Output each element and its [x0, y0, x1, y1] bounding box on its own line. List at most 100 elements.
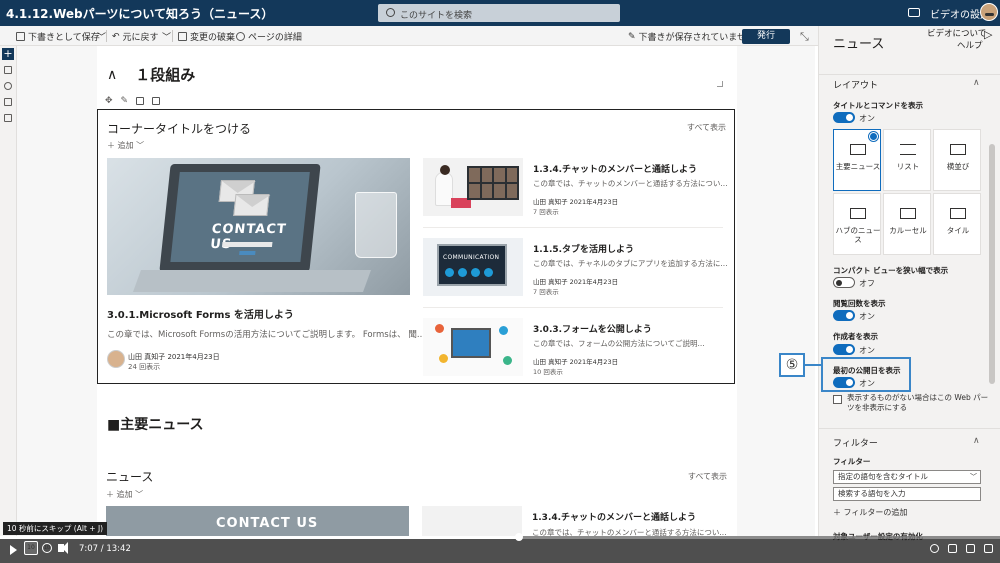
layout-section-heading[interactable]: レイアウト [833, 78, 878, 91]
keyboard-illustration [132, 270, 372, 292]
draft-status: ✎ 下書きが保存されていません [628, 30, 755, 44]
site-search-box[interactable]: このサイトを検索 [378, 4, 620, 22]
news-item[interactable]: 3.0.3.フォームを公開しよう この章では、フォームの公開方法についてご説明.… [423, 318, 733, 396]
webpart-toolbar: ✥ ✎ [101, 94, 173, 108]
selected-check-icon [869, 132, 878, 141]
skip-back-tooltip: 10 秒前にスキップ (Alt + J) [3, 522, 108, 535]
news-item-title[interactable]: 1.3.4.チャットのメンバーと通話しよう [532, 510, 696, 523]
video-title: 4.1.12.Webパーツについて知ろう（ニュース） [6, 7, 274, 21]
section-heading: ∧ １段組み [107, 64, 195, 85]
news-webpart-title[interactable]: ニュース [106, 468, 153, 485]
save-dropdown-chevron[interactable]: ﹀ [97, 30, 106, 43]
comment-icon[interactable] [4, 66, 12, 74]
news-item-title[interactable]: 1.3.4.チャットのメンバーと通話しよう [533, 162, 697, 175]
fullscreen-icon[interactable] [984, 544, 993, 553]
decor-icon [435, 324, 444, 333]
pane-scrollbar[interactable] [989, 144, 995, 384]
layout-option-carousel[interactable]: カルーセル [883, 193, 931, 255]
video-time: 7:07 / 13:42 [79, 544, 131, 554]
add-news-button[interactable]: ＋ 追加 ﹀ [106, 489, 143, 500]
news-item-thumbnail[interactable] [422, 506, 522, 536]
news-webpart[interactable]: コーナータイトルをつける すべて表示 ＋ 追加 ﹀ CONTACT US [97, 109, 735, 384]
layout-option-side-by-side[interactable]: 横並び [933, 129, 981, 191]
volume-icon[interactable] [58, 542, 68, 554]
help-link[interactable]: ヘルプ [957, 39, 983, 51]
layout-option-label: タイル [946, 226, 970, 235]
delete-webpart-icon[interactable] [152, 97, 161, 105]
news-item-title[interactable]: 3.0.3.フォームを公開しよう [533, 322, 652, 335]
duplicate-webpart-icon[interactable] [136, 97, 145, 105]
discard-changes-button[interactable]: 変更の破棄 [178, 30, 235, 43]
news-item-author-date: 山田 真知子 2021年4月23日 [533, 278, 619, 286]
skip-back-10-icon[interactable]: 10 [24, 541, 38, 555]
decor-icon [439, 354, 448, 363]
see-all-link[interactable]: すべて表示 [688, 471, 727, 482]
cast-icon[interactable] [908, 8, 920, 17]
item-divider [423, 307, 723, 308]
filter-term-input[interactable]: 検索する語句を入力 [833, 487, 981, 501]
undo-dropdown-chevron[interactable]: ﹀ [162, 30, 171, 43]
save-draft-label: 下書きとして保存 [28, 33, 100, 43]
news-item-title[interactable]: 1.1.5.タブを活用しよう [533, 242, 634, 255]
hero-news-title[interactable]: 3.0.1.Microsoft Forms を活用しよう [107, 306, 294, 321]
news-item-description: この章では、チャットのメンバーと通話する方法につい... [532, 528, 727, 536]
close-pane-icon[interactable]: ▷ [984, 28, 992, 41]
view-count-label: 閲覧回数を表示 [833, 299, 886, 308]
see-all-link[interactable]: すべて表示 [687, 122, 726, 133]
discard-label: 変更の破棄 [190, 33, 236, 43]
video-progress-fill [0, 536, 519, 539]
skip-forward-10-icon[interactable]: 10 [42, 543, 52, 553]
picture-in-picture-icon[interactable] [966, 544, 975, 553]
icon-dots [445, 268, 493, 277]
play-icon[interactable] [10, 545, 17, 555]
undo-button[interactable]: ↶ 元に戻す [112, 30, 159, 44]
collapse-section-icon[interactable]: ∧ [107, 67, 117, 83]
news-item[interactable]: COMMUNICATION 1.1.5.タブを活用しよう この章では、チャネルの… [423, 238, 733, 316]
user-avatar[interactable] [980, 3, 998, 21]
chevron-up-icon[interactable]: ∧ [973, 436, 980, 446]
news-webpart-title[interactable]: コーナータイトルをつける [107, 120, 251, 137]
delete-icon[interactable] [4, 114, 12, 122]
add-section-button[interactable]: + [2, 48, 14, 60]
show-title-toggle[interactable] [833, 112, 855, 123]
compact-view-toggle[interactable] [833, 277, 855, 288]
editor-rail: + [0, 46, 17, 536]
move-icon[interactable] [4, 82, 12, 90]
decor-icon [499, 326, 508, 335]
page-details-button[interactable]: ページの詳細 [236, 30, 302, 43]
chevron-up-icon[interactable]: ∧ [973, 78, 980, 88]
hero-news-image[interactable]: CONTACT US [106, 506, 409, 536]
filter-section-heading[interactable]: フィルター [833, 436, 878, 449]
save-draft-button[interactable]: 下書きとして保存 [16, 30, 100, 43]
filter-type-select[interactable]: 指定の語句を含むタイトル ﹀ [833, 470, 981, 484]
toggle-state: オン [859, 114, 875, 123]
layout-option-hub-news[interactable]: ハブのニュース [833, 193, 881, 255]
news-item[interactable]: 1.3.4.チャットのメンバーと通話しよう この章では、チャットのメンバーと通話… [423, 158, 733, 236]
add-news-button[interactable]: ＋ 追加 ﹀ [107, 140, 144, 151]
add-filter-button[interactable]: ＋ フィルターの追加 [833, 507, 907, 518]
about-video-link[interactable]: ビデオについて [927, 27, 986, 39]
hero-news-image[interactable]: CONTACT US [107, 158, 410, 295]
settings-icon[interactable] [948, 544, 957, 553]
layout-option-tiles[interactable]: タイル [933, 193, 981, 255]
main-news-heading: ■主要ニュース [107, 417, 204, 433]
publish-button[interactable]: 発行 [742, 29, 790, 44]
collapse-icon[interactable]: ⤡ [800, 30, 809, 44]
pane-title: ニュース [833, 37, 885, 52]
video-progress-knob[interactable] [515, 533, 523, 541]
author-toggle[interactable] [833, 344, 855, 355]
decor-icon [503, 356, 512, 365]
view-count-toggle[interactable] [833, 310, 855, 321]
toggle-state: オン [859, 346, 875, 355]
edit-webpart-icon[interactable]: ✎ [121, 96, 129, 106]
toolbar-divider [106, 30, 107, 42]
layout-carousel-icon [900, 208, 916, 219]
layout-option-list[interactable]: リスト [883, 129, 931, 191]
layout-option-top-story[interactable]: 主要ニュース [833, 129, 881, 191]
captions-icon[interactable] [930, 544, 939, 553]
move-webpart-icon[interactable]: ✥ [105, 96, 113, 106]
resize-handle-icon[interactable] [717, 81, 723, 87]
duplicate-icon[interactable] [4, 98, 12, 106]
hide-if-empty-checkbox[interactable] [833, 395, 842, 404]
news-item-thumbnail [423, 158, 523, 216]
